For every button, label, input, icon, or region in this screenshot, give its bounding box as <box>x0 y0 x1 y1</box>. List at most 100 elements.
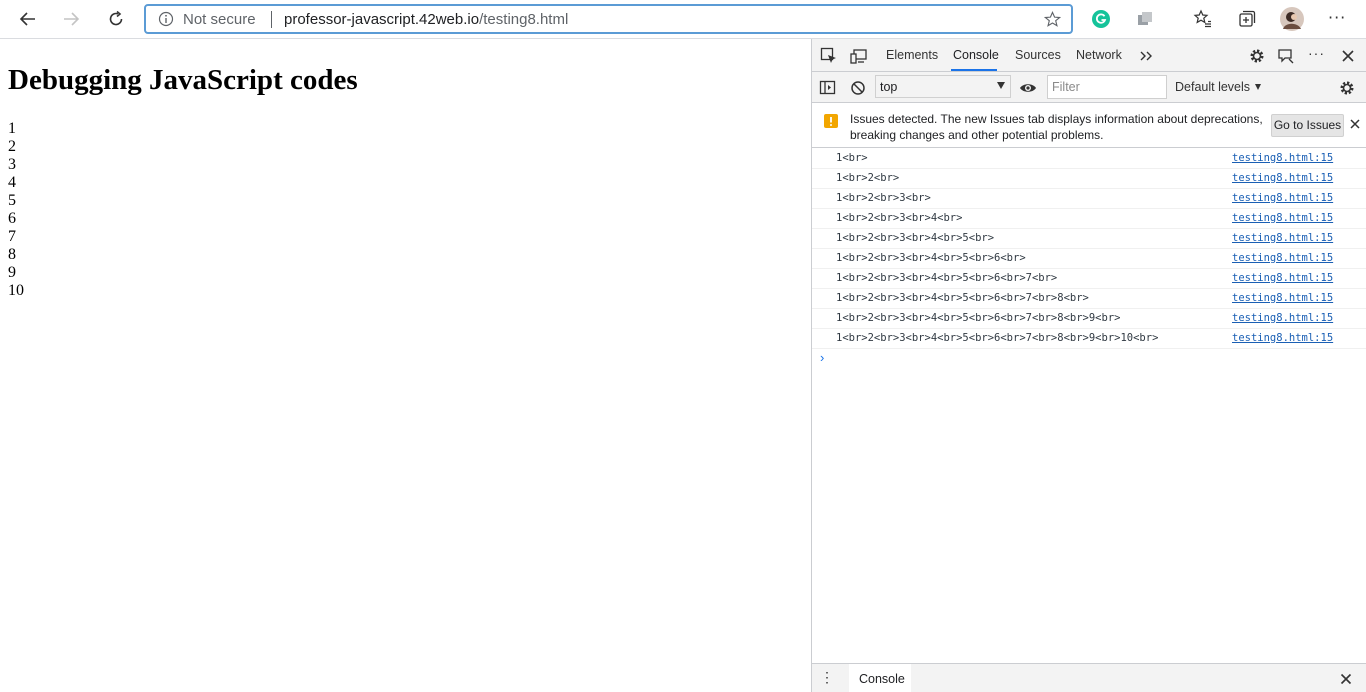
console-messages: 1<br> testing8.html:15 1<br>2<br> testing8… <box>812 149 1366 349</box>
devtools-tabbar: Elements Console Sources Network ··· <box>812 39 1366 72</box>
number-line: 9 <box>8 264 16 281</box>
issues-banner: Issues detected. The new Issues tab disp… <box>812 103 1366 148</box>
source-link[interactable]: testing8.html:15 <box>1232 192 1333 204</box>
source-link[interactable]: testing8.html:15 <box>1232 152 1333 164</box>
console-message-row: 1<br>2<br>3<br>4<br>5<br>6<br>7<br>8<br>… <box>812 289 1366 309</box>
close-drawer-icon[interactable] <box>1340 673 1352 685</box>
tab-sources[interactable]: Sources <box>1015 48 1061 62</box>
page-content: Debugging JavaScript codes 1 2 3 4 5 6 7… <box>0 39 811 692</box>
grammarly-icon[interactable] <box>1091 9 1111 29</box>
source-link[interactable]: testing8.html:15 <box>1232 172 1333 184</box>
tab-elements[interactable]: Elements <box>886 48 938 62</box>
profile-avatar-icon[interactable] <box>1280 7 1304 31</box>
console-message-row: 1<br> testing8.html:15 <box>812 149 1366 169</box>
inspect-element-icon[interactable] <box>820 47 838 65</box>
console-toolbar: top Filter Default levels <box>812 72 1366 103</box>
forward-arrow-icon <box>64 12 80 26</box>
number-line: 10 <box>8 282 24 299</box>
warning-icon <box>824 114 838 128</box>
number-line: 8 <box>8 246 16 263</box>
tab-console[interactable]: Console <box>953 48 999 62</box>
number-line: 5 <box>8 192 16 209</box>
console-message-text: 1<br> <box>836 152 868 164</box>
back-button[interactable] <box>13 4 43 34</box>
settings-more-icon[interactable]: ··· <box>1328 8 1346 27</box>
number-line: 3 <box>8 156 16 173</box>
go-to-issues-button[interactable]: Go to Issues <box>1271 114 1344 137</box>
source-link[interactable]: testing8.html:15 <box>1232 292 1333 304</box>
console-message-row: 1<br>2<br> testing8.html:15 <box>812 169 1366 189</box>
number-lines: 1 2 3 4 5 6 7 8 9 10 <box>8 120 24 300</box>
console-message-row: 1<br>2<br>3<br>4<br>5<br> testing8.html:1… <box>812 229 1366 249</box>
address-separator <box>271 11 272 28</box>
levels-dropdown-icon <box>1255 84 1262 90</box>
close-devtools-icon[interactable] <box>1339 47 1357 65</box>
url-text[interactable]: professor-javascript.42web.io/testing8.h… <box>284 11 568 28</box>
console-message-row: 1<br>2<br>3<br>4<br>5<br>6<br> testing8.h… <box>812 249 1366 269</box>
source-link[interactable]: testing8.html:15 <box>1232 312 1333 324</box>
forward-button[interactable] <box>56 4 86 34</box>
console-message-text: 1<br>2<br>3<br>4<br>5<br>6<br>7<br> <box>836 272 1058 284</box>
number-line: 1 <box>8 120 16 137</box>
source-link[interactable]: testing8.html:15 <box>1232 232 1333 244</box>
number-line: 6 <box>8 210 16 227</box>
device-toolbar-icon[interactable] <box>850 47 868 65</box>
close-banner-icon[interactable] <box>1349 118 1361 130</box>
browser-toolbar: Not secure professor-javascript.42web.io… <box>0 0 1366 39</box>
settings-gear-icon[interactable] <box>1248 47 1266 65</box>
clear-console-icon[interactable] <box>849 79 867 97</box>
devtools-panel: Elements Console Sources Network ··· top… <box>811 39 1366 692</box>
context-dropdown-icon <box>997 82 1005 89</box>
devtools-more-icon[interactable]: ··· <box>1308 45 1325 61</box>
url-path: /testing8.html <box>479 11 569 28</box>
collections-icon[interactable] <box>1237 9 1257 29</box>
source-link[interactable]: testing8.html:15 <box>1232 332 1333 344</box>
context-selector[interactable]: top <box>875 75 1011 98</box>
source-link[interactable]: testing8.html:15 <box>1232 252 1333 264</box>
live-expression-eye-icon[interactable] <box>1019 79 1037 97</box>
sidebar-toggle-icon[interactable] <box>819 79 837 97</box>
filter-input[interactable]: Filter <box>1047 75 1167 99</box>
console-message-text: 1<br>2<br> <box>836 172 900 184</box>
extension-icon[interactable] <box>1135 9 1155 29</box>
active-tab-indicator <box>951 69 997 71</box>
address-bar[interactable]: Not secure professor-javascript.42web.io… <box>144 4 1073 34</box>
feedback-icon[interactable] <box>1277 47 1295 65</box>
more-tabs-chevron-icon[interactable] <box>1138 47 1156 65</box>
console-message-row: 1<br>2<br>3<br>4<br>5<br>6<br>7<br>8<br>… <box>812 329 1366 349</box>
drawer-tab-console[interactable]: Console <box>849 664 911 692</box>
favorites-icon[interactable] <box>1193 9 1213 29</box>
number-line: 2 <box>8 138 16 155</box>
page-heading: Debugging JavaScript codes <box>8 64 358 96</box>
console-message-row: 1<br>2<br>3<br> testing8.html:15 <box>812 189 1366 209</box>
number-line: 4 <box>8 174 16 191</box>
issues-message: Issues detected. The new Issues tab disp… <box>850 112 1263 142</box>
console-message-row: 1<br>2<br>3<br>4<br> testing8.html:15 <box>812 209 1366 229</box>
log-levels-label: Default levels <box>1175 80 1251 94</box>
devtools-drawer: ⋮ Console <box>812 663 1366 692</box>
console-message-text: 1<br>2<br>3<br>4<br>5<br>6<br>7<br>8<br>… <box>836 312 1121 324</box>
back-arrow-icon <box>19 12 35 26</box>
drawer-menu-icon[interactable]: ⋮ <box>820 669 835 686</box>
number-line: 7 <box>8 228 16 245</box>
refresh-icon <box>109 10 123 26</box>
source-link[interactable]: testing8.html:15 <box>1232 272 1333 284</box>
url-host: professor-javascript.42web.io <box>284 11 480 28</box>
console-message-row: 1<br>2<br>3<br>4<br>5<br>6<br>7<br>8<br>… <box>812 309 1366 329</box>
info-icon[interactable] <box>158 11 174 27</box>
console-message-text: 1<br>2<br>3<br>4<br> <box>836 212 963 224</box>
security-label[interactable]: Not secure <box>183 11 256 28</box>
tab-network[interactable]: Network <box>1076 48 1122 62</box>
favorite-star-icon[interactable] <box>1044 11 1061 28</box>
console-message-row: 1<br>2<br>3<br>4<br>5<br>6<br>7<br> testi… <box>812 269 1366 289</box>
source-link[interactable]: testing8.html:15 <box>1232 212 1333 224</box>
console-message-text: 1<br>2<br>3<br>4<br>5<br> <box>836 232 995 244</box>
console-settings-gear-icon[interactable] <box>1338 79 1356 97</box>
console-message-text: 1<br>2<br>3<br>4<br>5<br>6<br>7<br>8<br>… <box>836 332 1159 344</box>
refresh-button[interactable] <box>101 4 131 34</box>
context-value: top <box>880 80 898 94</box>
console-message-text: 1<br>2<br>3<br>4<br>5<br>6<br>7<br>8<br> <box>836 292 1089 304</box>
console-message-text: 1<br>2<br>3<br> <box>836 192 931 204</box>
log-levels-dropdown[interactable]: Default levels <box>1175 80 1262 94</box>
console-prompt[interactable]: › <box>820 350 824 365</box>
